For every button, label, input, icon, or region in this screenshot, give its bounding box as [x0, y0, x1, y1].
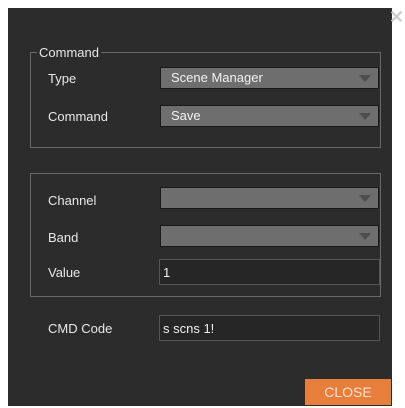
close-icon[interactable]: ✕ — [389, 8, 404, 26]
channel-label: Channel — [48, 193, 97, 208]
chevron-down-icon — [359, 195, 371, 202]
chevron-down-icon — [359, 113, 371, 120]
value-input[interactable] — [159, 259, 380, 285]
band-select[interactable] — [160, 225, 379, 247]
value-label: Value — [48, 265, 81, 280]
command-select-value: Save — [171, 108, 201, 123]
type-label: Type — [48, 71, 77, 86]
chevron-down-icon — [359, 75, 371, 82]
command-select[interactable]: Save — [160, 105, 379, 127]
command-legend: Command — [37, 45, 101, 60]
cmd-code-label: CMD Code — [48, 321, 113, 336]
type-dropdown-toggle[interactable] — [352, 68, 378, 88]
band-dropdown-toggle[interactable] — [352, 226, 378, 246]
channel-select[interactable] — [160, 187, 379, 209]
close-button[interactable]: CLOSE — [305, 379, 391, 405]
chevron-down-icon — [359, 233, 371, 240]
band-label: Band — [48, 230, 79, 245]
channel-dropdown-toggle[interactable] — [352, 188, 378, 208]
command-label: Command — [48, 109, 108, 124]
type-select-value: Scene Manager — [171, 70, 263, 85]
command-dropdown-toggle[interactable] — [352, 106, 378, 126]
cmd-code-input[interactable] — [159, 315, 380, 341]
type-select[interactable]: Scene Manager — [160, 67, 379, 89]
command-dialog: ✕ Command Type Scene Manager Command Sav… — [0, 0, 405, 408]
